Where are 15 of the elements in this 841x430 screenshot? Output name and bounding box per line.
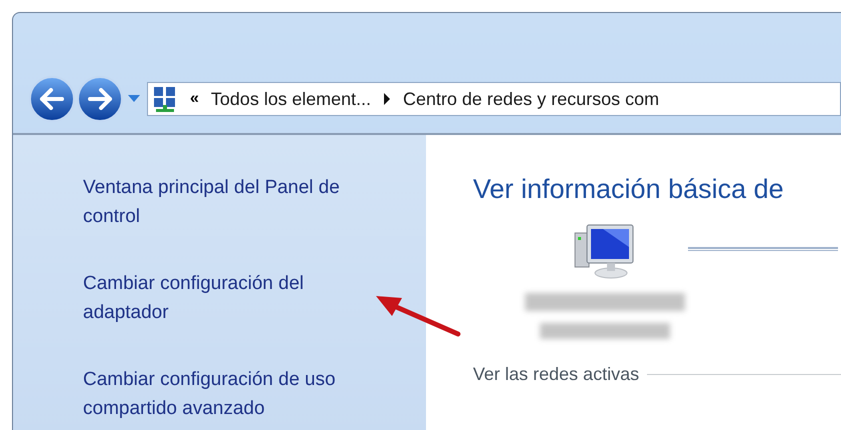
breadcrumb-link[interactable]: Centro de redes y recursos com	[403, 86, 660, 112]
right-arrow-icon	[87, 88, 113, 110]
computer-icon	[572, 223, 636, 279]
section-label: Ver las redes activas	[473, 363, 640, 386]
breadcrumb-link[interactable]: Todos los element...	[210, 86, 371, 112]
sidebar-link[interactable]: Ventana principal del Panel de control	[83, 173, 383, 231]
left-arrow-icon	[39, 88, 65, 110]
page-heading: Ver información básica de	[473, 173, 785, 206]
address-bar[interactable]: « Todos los element... Centro de redes y recursos com	[147, 82, 841, 116]
control-panel-icon	[152, 85, 178, 113]
sidebar-link[interactable]: Cambiar configuración del adaptador	[83, 269, 383, 327]
sidebar-link[interactable]: Cambiar configuración de uso compartido avanzado	[83, 365, 383, 423]
chevron-right-icon	[383, 93, 391, 105]
caret-icon	[128, 95, 140, 103]
breadcrumb-separator: «	[190, 89, 199, 109]
